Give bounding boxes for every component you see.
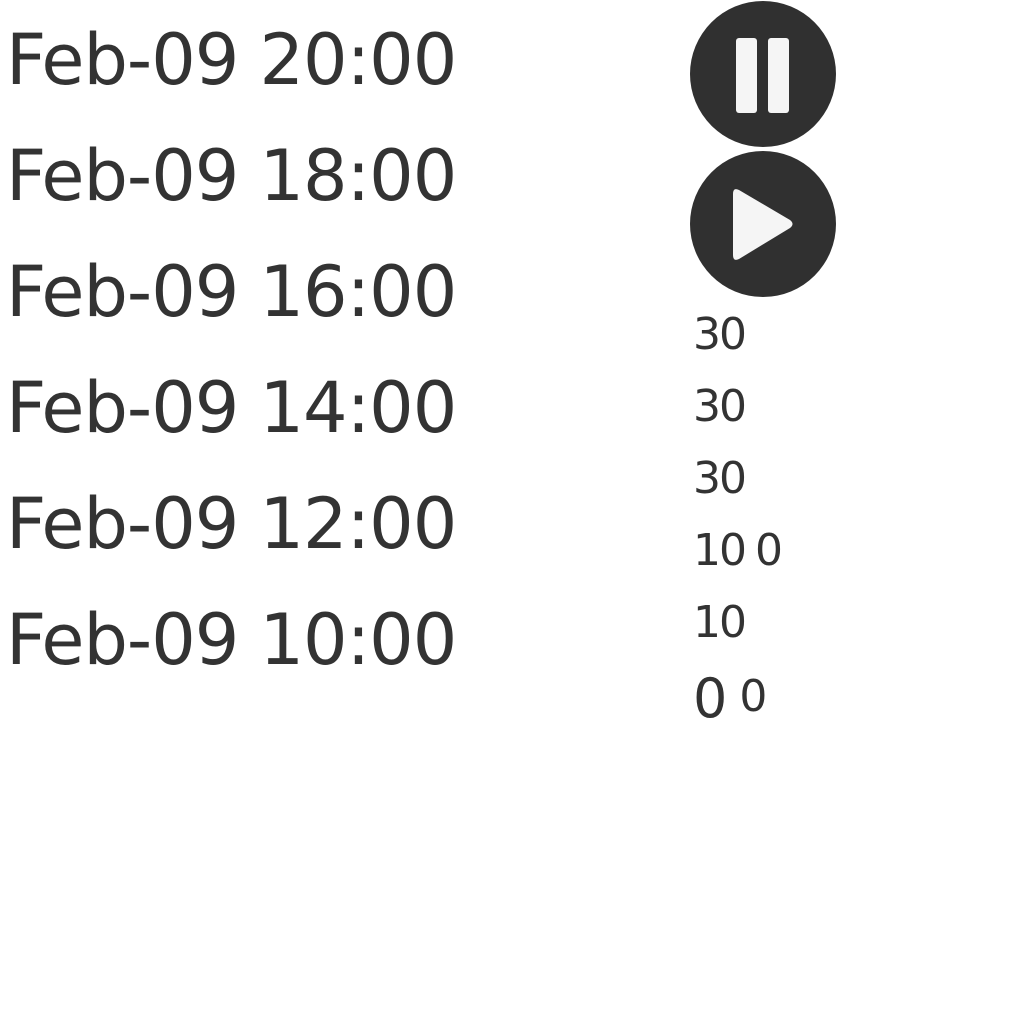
pause-button[interactable] (690, 1, 836, 147)
time-label: Feb-09 12:00 (6, 483, 457, 565)
value-main: 0 (693, 667, 728, 730)
value-main: 30 (693, 453, 747, 504)
value-row: 10 (693, 594, 747, 652)
time-label: Feb-09 20:00 (6, 19, 457, 101)
value-main: 10 (693, 525, 747, 576)
time-label: Feb-09 16:00 (6, 251, 457, 333)
play-icon (733, 189, 793, 260)
time-label: Feb-09 18:00 (6, 135, 457, 217)
pause-icon (736, 38, 789, 113)
value-main: 30 (693, 309, 747, 360)
value-row: 00 (693, 664, 768, 730)
value-row: 10 0 (693, 522, 783, 580)
value-extra: 0 (755, 525, 783, 576)
playback-controls (690, 0, 840, 300)
value-main: 10 (693, 597, 747, 648)
value-row: 30 (693, 450, 747, 508)
value-extra: 0 (739, 671, 768, 722)
time-label: Feb-09 14:00 (6, 367, 457, 449)
value-main: 30 (693, 381, 747, 432)
value-row: 30 (693, 306, 747, 364)
play-button[interactable] (690, 151, 836, 297)
screen: Feb-09 20:00 Feb-09 18:00 Feb-09 16:00 F… (0, 0, 1024, 1024)
value-row: 30 (693, 378, 747, 436)
time-label: Feb-09 10:00 (6, 599, 457, 681)
